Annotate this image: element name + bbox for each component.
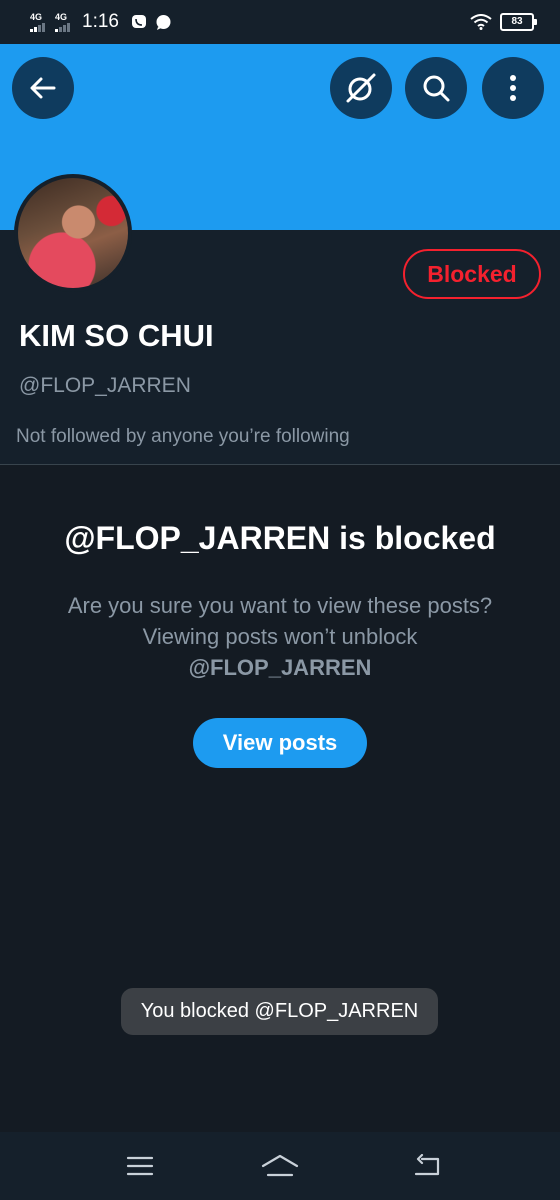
nav-menu-button[interactable] — [120, 1146, 160, 1186]
nav-home-button[interactable] — [260, 1146, 300, 1186]
grok-button[interactable] — [330, 57, 392, 119]
battery-icon: 83 — [500, 13, 537, 31]
blocked-description-handle: @FLOP_JARREN — [188, 655, 372, 680]
network-label-1: 4G — [30, 11, 43, 22]
home-icon — [261, 1154, 299, 1177]
status-left: 4G 4G 1:16 — [30, 11, 172, 33]
view-posts-button[interactable]: View posts — [193, 718, 367, 768]
profile-display-name: KIM SO CHUI — [19, 318, 214, 353]
message-icon — [156, 14, 171, 30]
menu-icon — [126, 1156, 154, 1176]
search-icon — [423, 75, 450, 102]
signal-icon — [55, 22, 70, 32]
viber-icon — [131, 15, 146, 28]
network-indicator-1: 4G — [30, 11, 45, 32]
blocked-description: Are you sure you want to view these post… — [60, 590, 500, 683]
blocked-title: @FLOP_JARREN is blocked — [64, 520, 496, 556]
blocked-button[interactable]: Blocked — [403, 249, 541, 299]
grok-icon — [346, 73, 376, 103]
battery-level: 83 — [511, 16, 523, 27]
arrow-left-icon — [30, 77, 56, 99]
profile-handle: @FLOP_JARREN — [19, 374, 191, 397]
status-bar: 4G 4G 1:16 83 — [0, 0, 560, 44]
search-button[interactable] — [405, 57, 467, 119]
back-button[interactable] — [12, 57, 74, 119]
toast-message: You blocked @FLOP_JARREN — [121, 988, 438, 1035]
signal-icon — [30, 22, 45, 32]
more-vertical-icon — [510, 75, 516, 101]
nav-back-button[interactable] — [407, 1146, 447, 1186]
system-nav-bar — [0, 1132, 560, 1200]
avatar[interactable] — [14, 174, 132, 292]
followed-by-text[interactable]: Not followed by anyone you’re following — [16, 426, 350, 448]
more-button[interactable] — [482, 57, 544, 119]
blocked-description-text: Are you sure you want to view these post… — [67, 593, 493, 649]
status-right: 83 — [470, 13, 537, 31]
network-indicator-2: 4G — [55, 11, 70, 32]
wifi-icon — [470, 14, 492, 30]
back-icon — [414, 1154, 440, 1176]
network-label-2: 4G — [55, 11, 68, 22]
status-time: 1:16 — [82, 11, 119, 32]
